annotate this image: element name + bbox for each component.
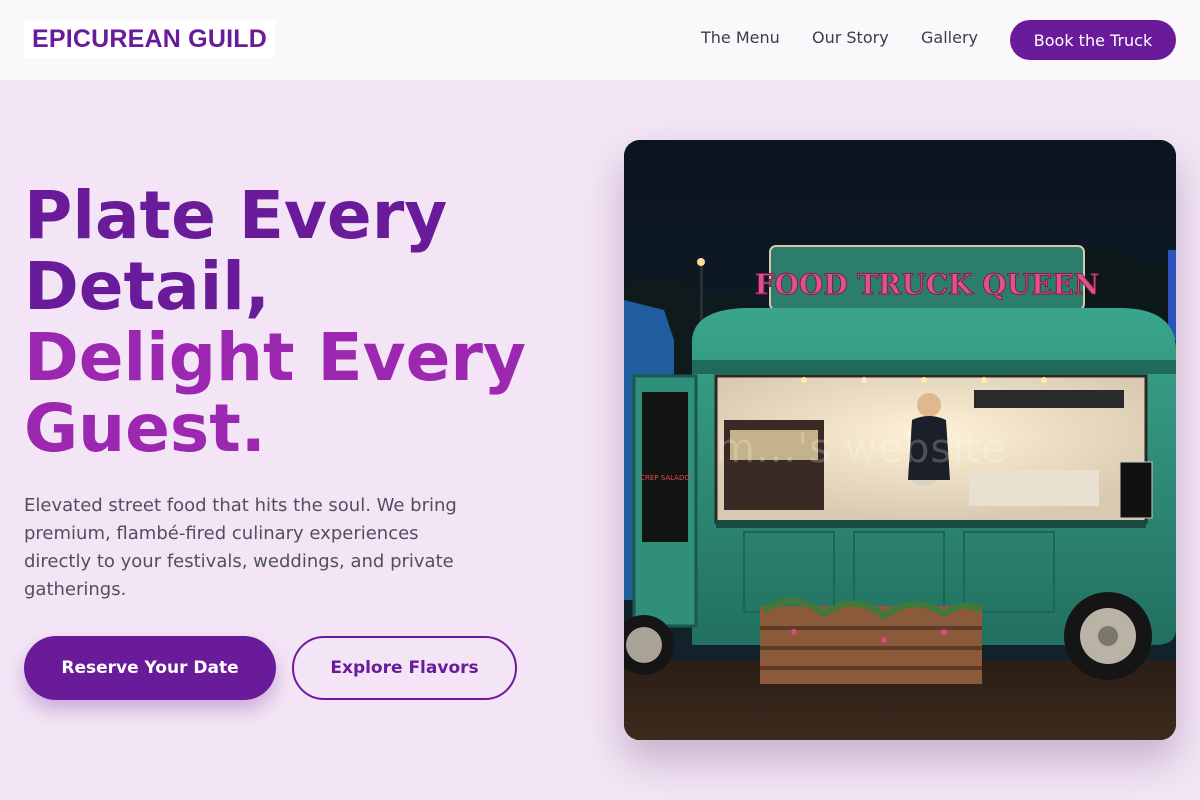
- explore-flavors-button[interactable]: Explore Flavors: [292, 636, 517, 700]
- nav-link-gallery[interactable]: Gallery: [921, 28, 978, 47]
- top-navigation: EPICUREAN GUILD The Menu Our Story Galle…: [0, 0, 1200, 80]
- truck-sign-text: FOOD TRUCK QUEEN: [755, 268, 1100, 301]
- book-truck-button[interactable]: Book the Truck: [1010, 20, 1176, 60]
- reserve-date-button[interactable]: Reserve Your Date: [24, 636, 276, 700]
- headline-line-3: Delight Every: [24, 319, 526, 396]
- nav-link-menu[interactable]: The Menu: [701, 28, 780, 47]
- hero-headline: Plate Every Detail, Delight Every Guest.: [24, 180, 604, 464]
- headline-line-1: Plate Every: [24, 177, 448, 254]
- site-logo[interactable]: EPICUREAN GUILD: [24, 20, 275, 58]
- headline-line-4: Guest.: [24, 390, 266, 467]
- menu-board-text: CREP SALADO: [640, 474, 690, 482]
- image-watermark: m...'s website: [716, 426, 1007, 472]
- nav-link-our-story[interactable]: Our Story: [812, 28, 889, 47]
- hero-food-truck-image: FOOD TRUCK QUEEN CREP SALADO m...'s webs…: [624, 140, 1176, 740]
- headline-line-2: Detail,: [24, 248, 270, 325]
- hero-subtext: Elevated street food that hits the soul.…: [24, 495, 457, 600]
